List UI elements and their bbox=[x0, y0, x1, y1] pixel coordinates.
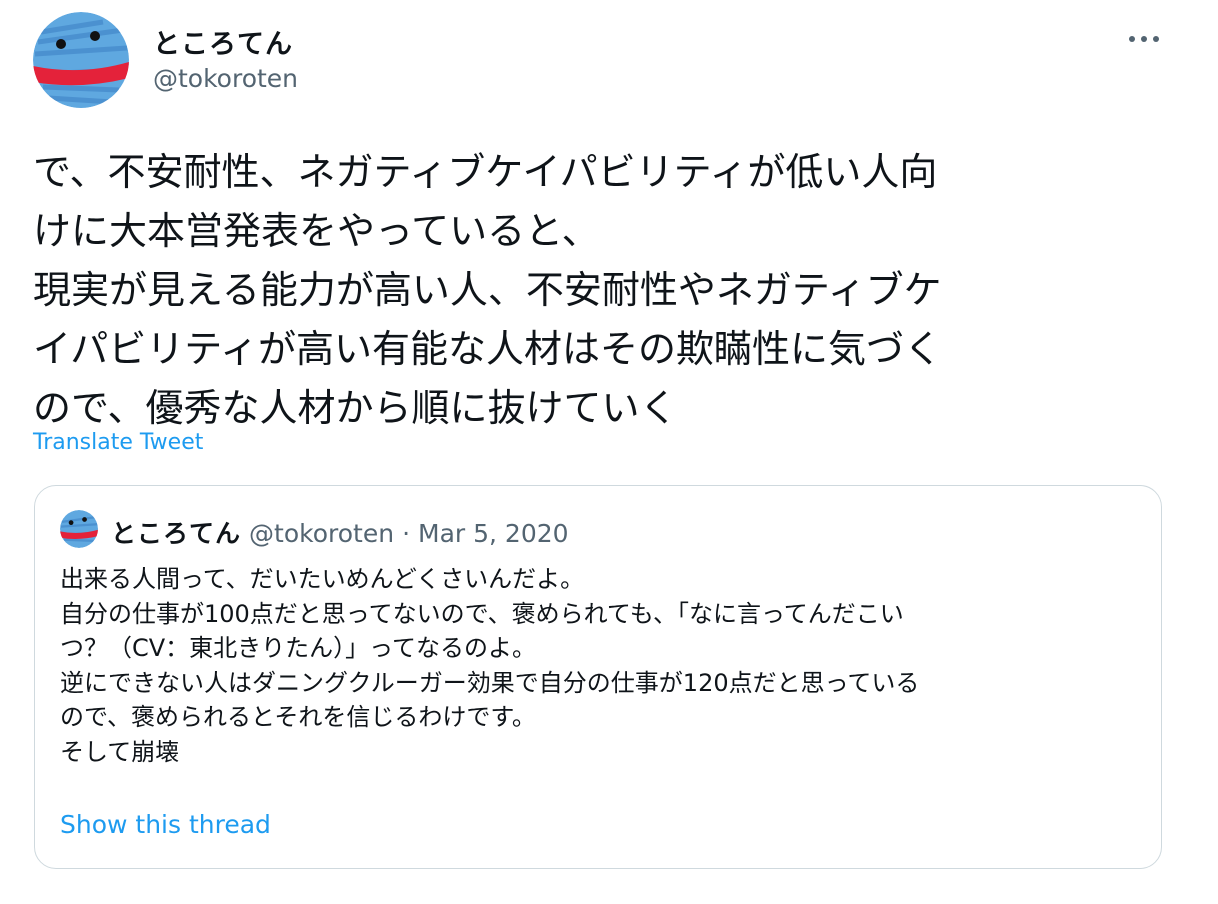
quote-text-line: そして崩壊 bbox=[60, 737, 180, 766]
quote-text: 出来る人間って、だいたいめんどくさいんだよ。 自分の仕事が100点だと思ってない… bbox=[60, 562, 1140, 769]
author-avatar[interactable] bbox=[33, 12, 129, 108]
quote-author-avatar[interactable] bbox=[60, 510, 98, 548]
quote-text-line: つ？（CV：東北きりたん）」ってなるのよ。 bbox=[60, 634, 536, 662]
tweet-text-line: で、不安耐性、ネガティブケイパビリティが低い人向 bbox=[33, 150, 938, 194]
quote-text-line: 逆にできない人はダニングクルーガー効果で自分の仕事が120点だと思っている bbox=[60, 668, 920, 697]
translate-tweet-link[interactable]: Translate Tweet bbox=[33, 430, 203, 455]
blue-scribble-face-avatar-icon bbox=[33, 12, 129, 108]
quote-text-line: 出来る人間って、だいたいめんどくさいんだよ。 bbox=[60, 565, 585, 593]
tweet-text: で、不安耐性、ネガティブケイパビリティが低い人向 けに大本営発表をやっていると、… bbox=[33, 143, 1183, 438]
quote-text-line: 自分の仕事が100点だと思ってないので、褒められても、「なに言ってんだこい bbox=[60, 599, 904, 628]
quote-date[interactable]: Mar 5, 2020 bbox=[418, 519, 569, 548]
tweet-text-line: 現実が見える能力が高い人、不安耐性やネガティブケ bbox=[33, 268, 942, 312]
quote-separator: · bbox=[402, 519, 411, 548]
tweet-text-line: けに大本営発表をやっていると、 bbox=[33, 209, 600, 253]
blue-scribble-face-avatar-icon bbox=[60, 510, 98, 548]
more-horizontal-icon bbox=[1129, 36, 1159, 42]
quoted-tweet-card[interactable]: ところてん @tokoroten · Mar 5, 2020 出来る人間って、だ… bbox=[34, 485, 1162, 869]
quote-header: ところてん @tokoroten · Mar 5, 2020 bbox=[111, 514, 569, 550]
quote-author-handle[interactable]: @tokoroten bbox=[249, 519, 394, 548]
show-thread-link[interactable]: Show this thread bbox=[60, 810, 271, 839]
quote-text-line: ので、褒められるとそれを信じるわけです。 bbox=[60, 703, 536, 731]
quote-author-name[interactable]: ところてん bbox=[111, 514, 241, 550]
author-name[interactable]: ところてん bbox=[153, 22, 293, 61]
more-options-button[interactable] bbox=[1124, 24, 1164, 54]
author-handle[interactable]: @tokoroten bbox=[153, 64, 298, 93]
tweet: ところてん @tokoroten で、不安耐性、ネガティブケイパビリティが低い人… bbox=[0, 0, 1218, 904]
tweet-text-line: ので、優秀な人材から順に抜けていく bbox=[33, 386, 678, 430]
tweet-text-line: イパビリティが高い有能な人材はその欺瞞性に気づく bbox=[33, 327, 942, 371]
